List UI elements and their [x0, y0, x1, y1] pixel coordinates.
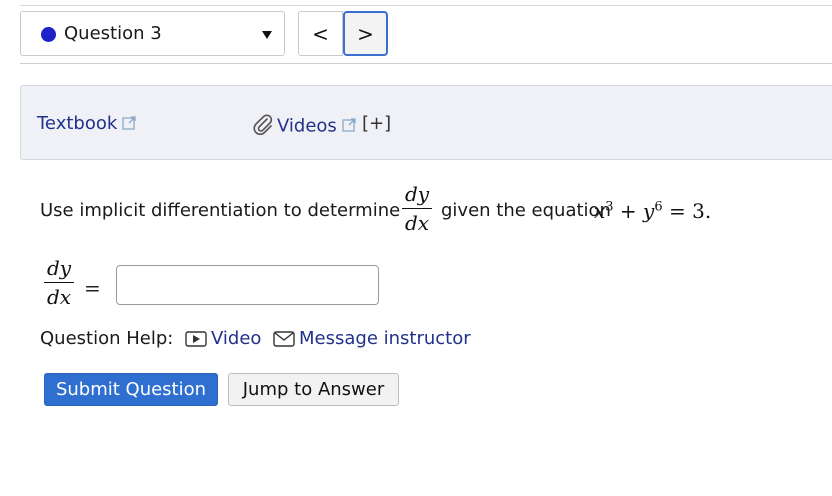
textbook-link-label: Textbook — [37, 113, 118, 134]
eq-y: y — [643, 199, 655, 223]
top-divider — [20, 5, 832, 6]
question-prompt-before: Use implicit differentiation to determin… — [40, 200, 401, 221]
eq-x: x — [594, 199, 606, 223]
equation: x3 + y6 = 3. — [594, 199, 711, 223]
video-play-icon — [185, 330, 207, 352]
eq-y-power: 6 — [654, 199, 663, 215]
eq-rhs: 3. — [692, 199, 712, 223]
chevron-down-icon — [262, 31, 272, 39]
external-link-icon — [342, 116, 357, 137]
derivative-numerator: dy — [404, 182, 430, 206]
message-instructor-link[interactable]: Message instructor — [299, 328, 471, 349]
eq-x-power: 3 — [605, 199, 614, 215]
answer-lhs-fraction: dy dx — [44, 256, 74, 309]
textbook-link[interactable]: Textbook — [37, 113, 137, 135]
answer-lhs-denominator: dx — [46, 285, 72, 309]
question-status-dot — [41, 27, 56, 42]
mail-icon — [273, 330, 295, 352]
header-divider — [20, 63, 832, 64]
eq-plus: + — [619, 199, 637, 223]
derivative-fraction: dy dx — [402, 182, 432, 235]
next-question-button[interactable]: > — [343, 11, 388, 56]
fraction-bar — [402, 208, 432, 209]
help-resources-panel — [20, 85, 832, 160]
external-link-icon — [122, 114, 137, 135]
eq-equals: = — [669, 199, 686, 223]
paperclip-icon — [252, 113, 274, 140]
submit-question-button[interactable]: Submit Question — [44, 373, 218, 406]
videos-link-label: Videos — [277, 115, 337, 137]
expand-videos-button[interactable]: [+] — [362, 113, 391, 134]
answer-lhs-numerator: dy — [46, 256, 72, 280]
previous-question-button[interactable]: < — [298, 11, 343, 56]
question-help-video-link[interactable]: Video — [211, 328, 261, 349]
derivative-denominator: dx — [404, 211, 430, 235]
question-help-label: Question Help: — [40, 328, 174, 349]
question-prompt-after: given the equation — [441, 200, 611, 221]
answer-input[interactable] — [116, 265, 379, 305]
videos-link[interactable]: Videos — [252, 113, 357, 140]
question-selector-label: Question 3 — [64, 23, 162, 44]
jump-to-answer-button[interactable]: Jump to Answer — [228, 373, 399, 406]
question-selector[interactable]: Question 3 — [20, 11, 285, 56]
fraction-bar — [44, 282, 74, 283]
answer-equals: = — [84, 276, 101, 300]
